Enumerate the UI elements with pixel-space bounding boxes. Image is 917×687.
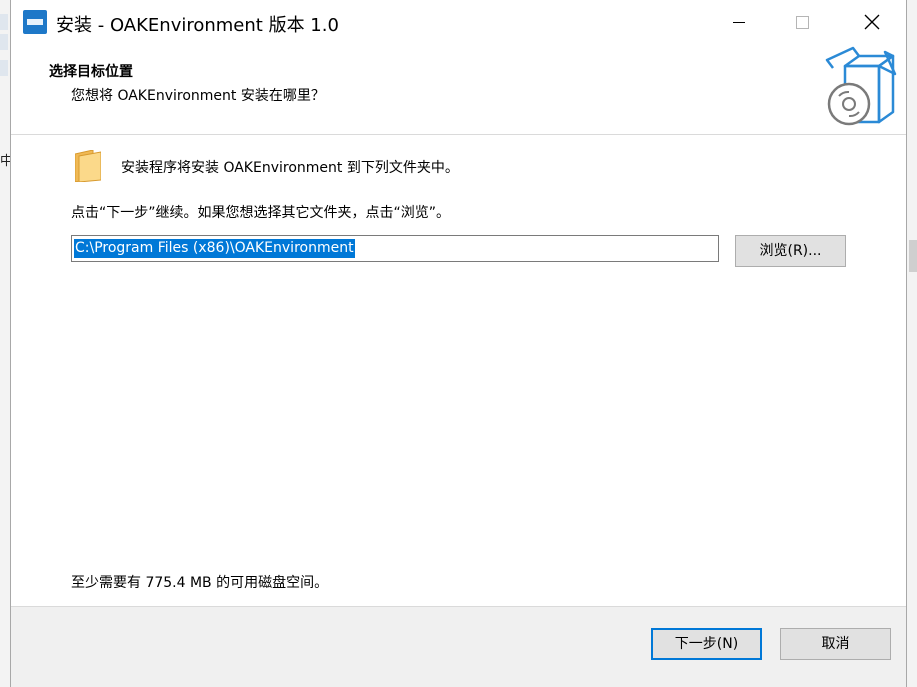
install-path-value: C:\Program Files (x86)\OAKEnvironment [74,239,355,258]
background-fragment [0,34,8,50]
title-bar[interactable]: 安装 - OAKEnvironment 版本 1.0 [11,0,906,44]
app-icon [23,10,47,34]
header-separator [11,134,906,135]
software-box-cd-icon [825,46,897,126]
background-window-right [907,0,917,687]
background-fragment [0,60,8,76]
close-button[interactable] [849,0,895,44]
next-button[interactable]: 下一步(N) [651,628,762,660]
maximize-button[interactable] [779,0,825,44]
page-heading: 选择目标位置 [49,64,133,80]
disk-space-note: 至少需要有 775.4 MB 的可用磁盘空间。 [71,575,329,591]
minimize-button[interactable] [715,0,761,44]
window-title: 安装 - OAKEnvironment 版本 1.0 [56,15,339,36]
background-scrollbar [909,240,917,272]
instruction-text: 点击“下一步”继续。如果您想选择其它文件夹，点击“浏览”。 [71,205,451,221]
browse-button[interactable]: 浏览(R)... [735,235,846,267]
install-info-text: 安装程序将安装 OAKEnvironment 到下列文件夹中。 [121,160,459,176]
cancel-button[interactable]: 取消 [780,628,891,660]
background-fragment [0,14,8,30]
folder-icon [75,150,101,182]
button-bar [11,607,906,687]
installer-window: 安装 - OAKEnvironment 版本 1.0 选择目标位置 您想将 OA… [10,0,907,687]
install-path-input[interactable]: C:\Program Files (x86)\OAKEnvironment [71,235,719,262]
page-subheading: 您想将 OAKEnvironment 安装在哪里？ [71,88,325,104]
background-window-left: 中 [0,0,13,687]
close-icon [864,14,880,30]
